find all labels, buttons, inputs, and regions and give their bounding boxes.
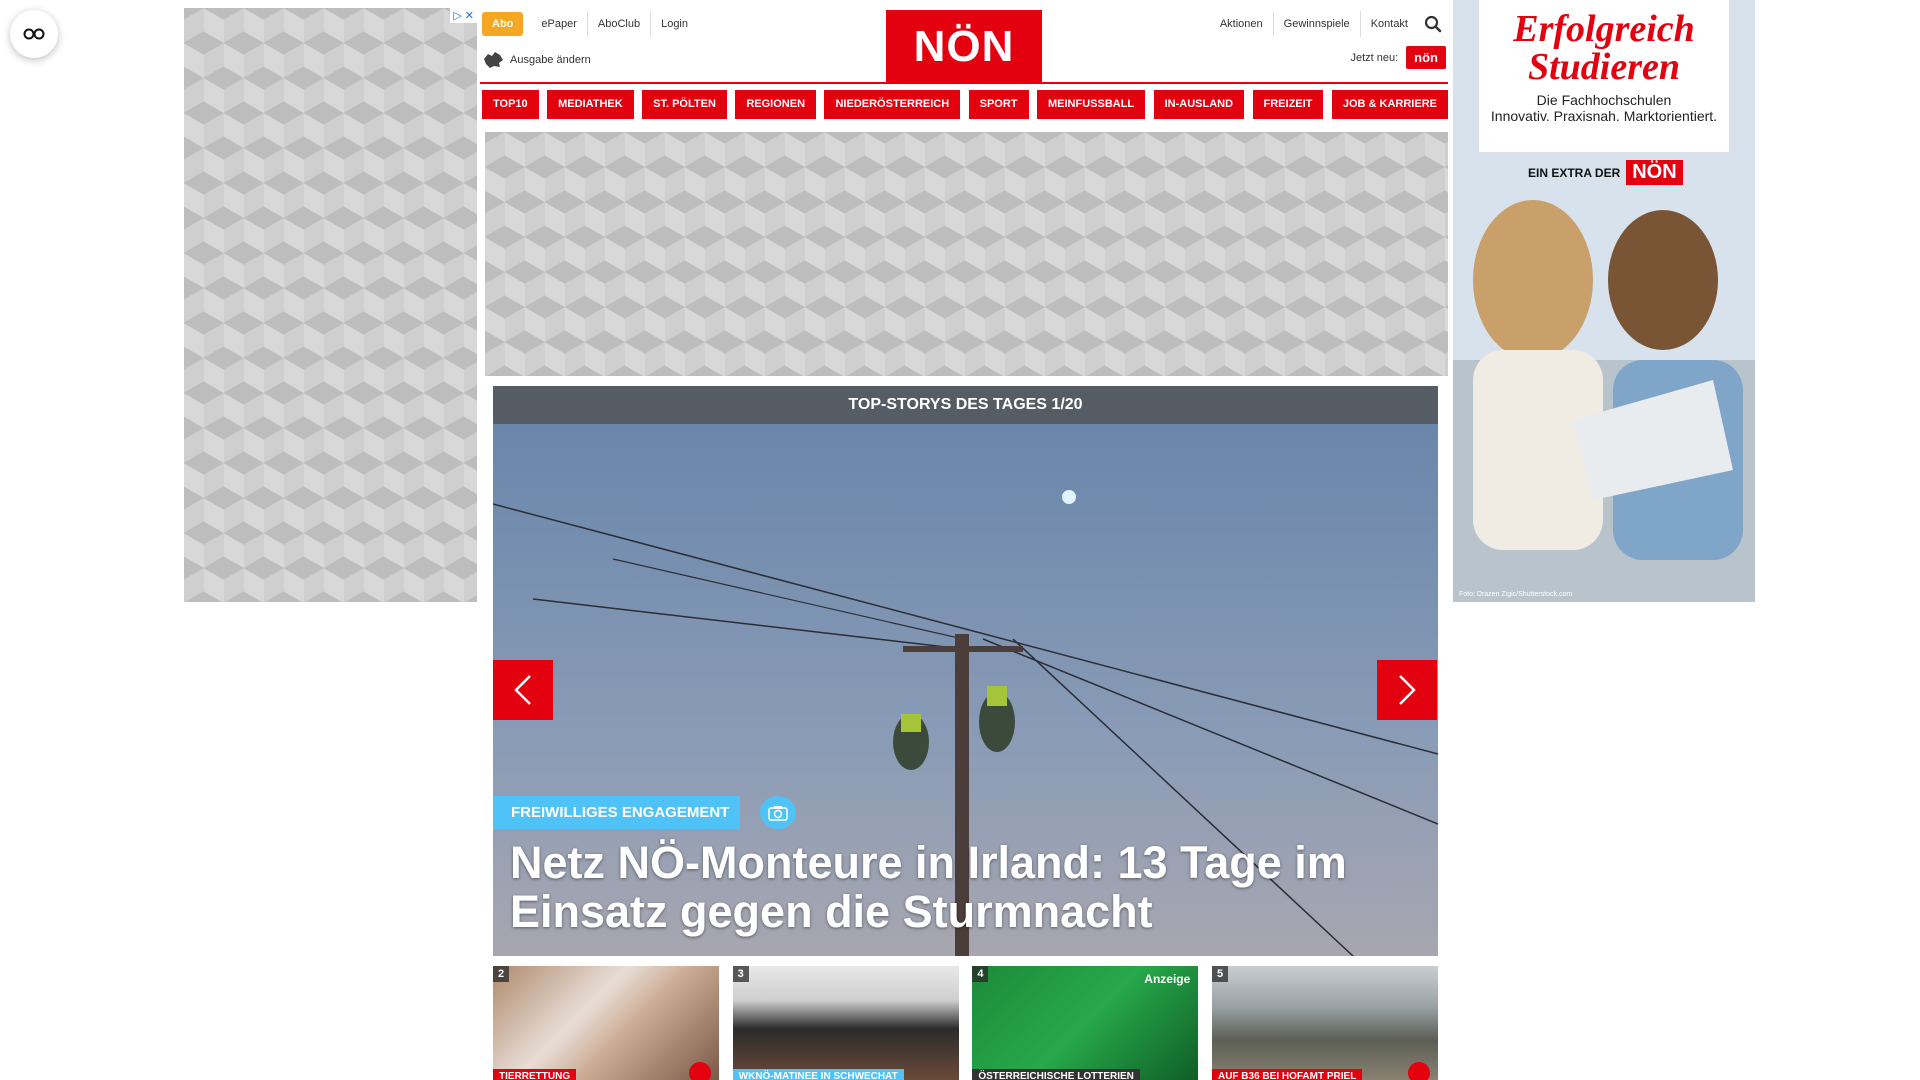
right-nav: Aktionen Gewinnspiele Kontakt [1210, 11, 1448, 37]
gallery-button[interactable] [760, 796, 796, 829]
ad-extra: EIN EXTRA DER NÖN [1528, 160, 1683, 185]
nav-job-karriere[interactable]: JOB & KARRIERE [1331, 90, 1448, 119]
nav-mediathek[interactable]: MEDIATHEK [547, 90, 634, 119]
login-link[interactable]: Login [651, 11, 698, 37]
site-header: Abo ePaper AboClub Login Ausgabe ändern … [480, 0, 1448, 84]
ad-title: Erfolgreich Studieren [1513, 8, 1695, 88]
search-icon [1424, 15, 1442, 33]
thumb-number: 5 [1211, 966, 1229, 982]
ad-subtitle: Die Fachhochschulen [1536, 92, 1672, 108]
thumb-tag: TIERRETTUNG [493, 1069, 577, 1080]
slider-header: TOP-STORYS DES TAGES 1/20 [493, 386, 1438, 424]
nav-st-poelten[interactable]: ST. PÖLTEN [642, 90, 727, 119]
category-nav: TOP10 MEDIATHEK ST. PÖLTEN REGIONEN NIED… [482, 90, 1448, 119]
story-headline[interactable]: Netz NÖ-Monteure in Irland: 13 Tage im E… [510, 838, 1410, 936]
header-divider [480, 82, 1448, 84]
slider-next-button[interactable] [1377, 660, 1437, 720]
thumb-tag: ÖSTERREICHISCHE LOTTERIEN [972, 1069, 1140, 1080]
camera-icon [768, 805, 788, 821]
kontakt-link[interactable]: Kontakt [1361, 11, 1418, 37]
thumb-number: 2 [493, 966, 510, 982]
abo-button[interactable]: Abo [482, 12, 524, 36]
thumb-number: 3 [732, 966, 749, 982]
ad-skyscraper-right[interactable]: Erfolgreich Studieren Die Fachhochschule… [1453, 0, 1755, 602]
top-nav: Abo ePaper AboClub Login [482, 11, 698, 37]
camera-icon [1407, 1062, 1430, 1080]
nav-freizeit[interactable]: FREIZEIT [1252, 90, 1324, 119]
camera-icon [689, 1062, 711, 1080]
ad-info-icon[interactable]: ▷ [453, 9, 461, 22]
accessibility-button[interactable] [10, 10, 58, 58]
nav-regionen[interactable]: REGIONEN [735, 90, 817, 119]
edition-label: Ausgabe ändern [510, 54, 591, 66]
ad-extra-logo: NÖN [1626, 160, 1683, 185]
aboclub-link[interactable]: AboClub [588, 11, 652, 37]
noen-logo[interactable]: NÖN [886, 10, 1042, 84]
chevron-left-icon [514, 675, 531, 705]
ad-choices[interactable]: ▷ ✕ [450, 8, 477, 23]
edition-switcher[interactable]: Ausgabe ändern [482, 51, 591, 69]
new-badge[interactable]: nön [1406, 46, 1446, 69]
ad-label: Anzeige [1144, 972, 1191, 986]
ad-banner[interactable] [485, 132, 1448, 376]
thumb-story[interactable]: 4 Anzeige ÖSTERREICHISCHE LOTTERIEN [972, 966, 1199, 1080]
thumb-story[interactable]: 2 TIERRETTUNG [493, 966, 719, 1080]
search-button[interactable] [1418, 11, 1448, 37]
ad-text-box: Erfolgreich Studieren Die Fachhochschule… [1479, 0, 1729, 152]
ad-skyscraper-left[interactable]: ▷ ✕ [184, 8, 477, 602]
story-thumbnails: 2 TIERRETTUNG 3 WKNÖ-MATINEE IN SCHWECHA… [493, 966, 1438, 1080]
nav-top10[interactable]: TOP10 [482, 90, 539, 119]
nav-niederoesterreich[interactable]: NIEDERÖSTERREICH [824, 90, 961, 119]
thumb-number: 4 [972, 966, 989, 982]
glasses-icon [23, 28, 45, 40]
aktionen-link[interactable]: Aktionen [1210, 11, 1274, 37]
slider-prev-button[interactable] [493, 660, 553, 720]
new-promo: Jetzt neu: nön [1350, 46, 1446, 69]
ad-close-icon[interactable]: ✕ [465, 9, 474, 22]
chevron-right-icon [1399, 675, 1416, 705]
ad-extra-text: EIN EXTRA DER [1528, 165, 1621, 180]
thumb-story[interactable]: 5 AUF B36 BEI HOFAMT PRIEL [1211, 966, 1438, 1080]
nav-meinfussball[interactable]: MEINFUSSBALL [1036, 90, 1146, 119]
story-category-tag[interactable]: FREIWILLIGES ENGAGEMENT [493, 796, 741, 829]
lower-austria-map-icon [484, 52, 503, 68]
gewinnspiele-link[interactable]: Gewinnspiele [1274, 11, 1361, 37]
nav-sport[interactable]: SPORT [968, 90, 1029, 119]
thumb-tag: AUF B36 BEI HOFAMT PRIEL [1211, 1069, 1363, 1080]
nav-in-ausland[interactable]: IN-AUSLAND [1153, 90, 1245, 119]
thumb-story[interactable]: 3 WKNÖ-MATINEE IN SCHWECHAT [732, 966, 959, 1080]
epaper-link[interactable]: ePaper [531, 11, 588, 37]
ad-tagline: Innovativ. Praxisnah. Marktorientiert. [1490, 108, 1718, 124]
thumb-tag: WKNÖ-MATINEE IN SCHWECHAT [732, 1069, 904, 1080]
new-label: Jetzt neu: [1350, 51, 1399, 64]
ad-photo-credit: Foto: Drazen Zigic/Shutterstock.com [1459, 591, 1573, 598]
